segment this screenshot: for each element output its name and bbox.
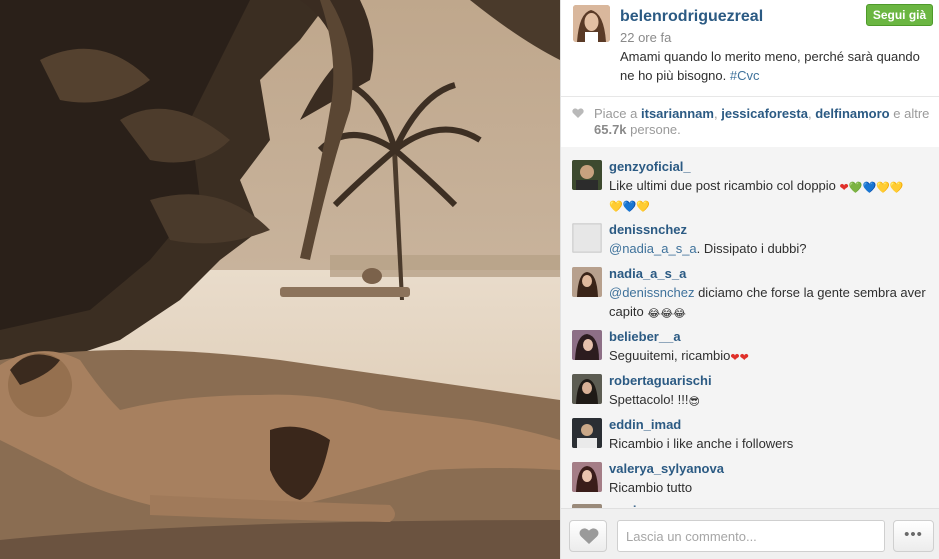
comment-composer: ••• — [561, 508, 939, 559]
owner-username[interactable]: belenrodriguezreal — [620, 8, 763, 26]
owner-avatar[interactable] — [573, 5, 610, 42]
avatar[interactable] — [572, 223, 602, 253]
post-header: belenrodriguezreal Segui già 22 ore fa A… — [561, 0, 939, 96]
comment-username[interactable]: genzyoficial_ — [609, 159, 691, 174]
comment-text: Like ultimi due post ricambio col doppio… — [609, 176, 934, 214]
post-details-panel: belenrodriguezreal Segui già 22 ore fa A… — [560, 0, 939, 559]
more-options-button[interactable]: ••• — [893, 520, 934, 552]
comment-username[interactable]: denissnchez — [609, 222, 687, 237]
comment-username[interactable]: eddin_imad — [609, 417, 681, 432]
comment-text: Spettacolo! !!!😎 — [609, 390, 934, 409]
yellow-heart-emoji: 💛 — [609, 201, 623, 213]
likes-prefix: Piace a — [594, 106, 638, 121]
post-caption: Amami quando lo merito meno, perché sarà… — [620, 47, 932, 85]
likes-suffix: persone. — [630, 122, 681, 137]
laughing-emoji: 😂 — [647, 308, 661, 320]
likes-count[interactable]: 65.7k — [594, 122, 627, 137]
green-heart-emoji: 💚 — [848, 182, 863, 194]
likes-separator: , — [807, 106, 812, 121]
post-photo[interactable] — [0, 0, 560, 559]
red-heart-emoji: ❤ — [839, 182, 849, 194]
post-timestamp[interactable]: 22 ore fa — [620, 30, 671, 45]
beach-photo-image — [0, 0, 560, 559]
liker-link[interactable]: delfinamoro — [815, 106, 889, 121]
heart-icon — [572, 108, 584, 118]
blue-heart-emoji: 💙 — [862, 182, 877, 194]
avatar[interactable] — [572, 374, 602, 404]
liker-link[interactable]: itsariannam — [641, 106, 714, 121]
yellow-heart-emoji: 💛 — [876, 182, 890, 194]
heart-icon — [579, 528, 599, 544]
caption-hashtag[interactable]: #Cvc — [730, 68, 760, 83]
sunglasses-emoji: 😎 — [688, 396, 700, 408]
comment-body: Ricambio i like anche i followers — [609, 436, 794, 451]
comment-text: @nadia_a_s_a. Dissipato i dubbi? — [609, 239, 934, 258]
likes-text: Piace a itsariannam, jessicaforesta, del… — [594, 106, 936, 138]
comment-username[interactable]: nadia_a_s_a — [609, 266, 686, 281]
comment-text: Seguuitemi, ricambio❤❤ — [609, 346, 934, 365]
comments-list[interactable]: genzyoficial_ Like ultimi due post ricam… — [561, 147, 939, 508]
comment-text: Ricambio tutto — [609, 478, 934, 497]
laughing-emoji: 😂 — [673, 308, 686, 320]
avatar[interactable] — [572, 160, 602, 190]
yellow-heart-emoji: 💛 — [889, 182, 904, 194]
likes-and-others: e altre — [893, 106, 930, 121]
comment-body: Ricambio tutto — [609, 480, 693, 495]
ellipsis-icon: ••• — [904, 526, 923, 543]
follow-button[interactable]: Segui già — [866, 4, 933, 26]
comment-username[interactable]: valerya_sylyanova — [609, 461, 724, 476]
comment-body: Spettacolo! !!! — [609, 392, 689, 407]
comment-body: . Dissipato i dubbi? — [696, 241, 807, 256]
avatar[interactable] — [572, 330, 602, 360]
avatar[interactable] — [572, 462, 602, 492]
caption-text: Amami quando lo merito meno, perché sarà… — [620, 49, 920, 83]
comment-text: @denissnchez diciamo che forse la gente … — [609, 283, 934, 321]
comment-input[interactable] — [617, 520, 885, 552]
comment-mention[interactable]: @denissnchez — [609, 285, 694, 300]
yellow-heart-emoji: 💛 — [636, 201, 651, 213]
likes-summary: Piace a itsariannam, jessicaforesta, del… — [561, 97, 939, 145]
comment-mention[interactable]: @nadia_a_s_a — [609, 241, 697, 256]
comment-username[interactable]: robertaguarischi — [609, 373, 712, 388]
comment-text: Ricambio i like anche i followers — [609, 434, 934, 453]
avatar[interactable] — [572, 267, 602, 297]
laughing-emoji: 😂 — [660, 308, 674, 320]
comment-body: Seguuitemi, ricambio — [609, 348, 731, 363]
like-button[interactable] — [569, 520, 607, 552]
blue-heart-emoji: 💙 — [622, 201, 637, 213]
liker-link[interactable]: jessicaforesta — [721, 106, 808, 121]
red-heart-emoji: ❤ — [739, 352, 749, 364]
red-heart-emoji: ❤ — [730, 352, 740, 364]
likes-separator: , — [713, 106, 718, 121]
comment-body: Like ultimi due post ricambio col doppio — [609, 178, 836, 193]
comment-username[interactable]: belieber__a — [609, 329, 681, 344]
avatar[interactable] — [572, 418, 602, 448]
